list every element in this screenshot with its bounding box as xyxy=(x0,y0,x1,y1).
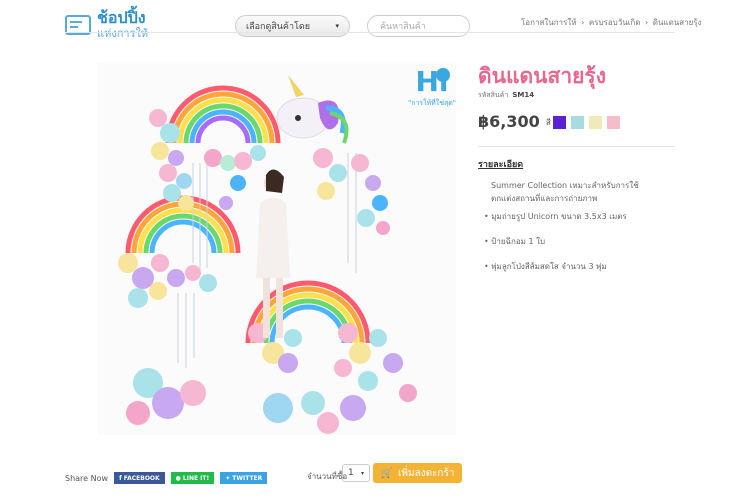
feature-item: • มุมถ่ายรูป Unicorn ขนาด 3.5x3 เมตร xyxy=(484,212,627,221)
breadcrumb-item[interactable]: ครบรอบวันเกิด xyxy=(589,18,641,27)
product-image[interactable]: Hi "การให้ที่ใช่สุด" xyxy=(98,63,456,435)
quantity-select[interactable]: 1 ▾ xyxy=(342,464,370,482)
color-swatches xyxy=(553,116,620,129)
add-to-cart-label: เพิ่มลงตะกร้า xyxy=(397,467,455,479)
chevron-down-icon: ▾ xyxy=(360,469,364,477)
category-select-value: เลือกดูสินค้าโดย xyxy=(246,22,310,32)
product-sku: รหัสสินค้า SM14 xyxy=(478,90,534,101)
category-select[interactable]: เลือกดูสินค้าโดย ▾ xyxy=(235,15,350,37)
hi-slogan: "การให้ที่ใช่สุด" xyxy=(408,99,456,107)
site-logo[interactable]: ช้อปปิ้ง แห่งการให้ xyxy=(65,10,148,39)
sku-label: รหัสสินค้า xyxy=(478,91,509,99)
breadcrumb-item: ดินแดนสายรุ้ง xyxy=(652,18,702,27)
product-description: Summer Collection เหมาะสำหรับการใช้ตกแต่… xyxy=(491,181,639,203)
detail-heading: รายละเอียด xyxy=(478,160,524,170)
color-swatch-blue[interactable] xyxy=(571,116,584,129)
feature-item: • ป้ายฉีกอม 1 ใบ xyxy=(484,237,546,246)
facebook-icon: f xyxy=(119,474,122,482)
logo-subtitle: แห่งการให้ xyxy=(97,27,149,40)
search-input[interactable]: ค้นหาสินค้า xyxy=(367,15,470,37)
balloon-arch-illustration xyxy=(118,75,417,434)
header-divider xyxy=(65,32,675,33)
add-to-cart-button[interactable]: 🛒 เพิ่มลงตะกร้า xyxy=(373,463,462,483)
cart-icon: 🛒 xyxy=(380,467,393,479)
hi-badge: Hi "การให้ที่ใช่สุด" xyxy=(408,68,456,109)
color-label: สี xyxy=(546,118,551,127)
facebook-share-button[interactable]: f FACEBOOK xyxy=(114,472,165,484)
breadcrumb-item[interactable]: โอกาสในการให้ xyxy=(521,18,577,27)
logo-title: ช้อปปิ้ง xyxy=(97,8,146,27)
smile-icon xyxy=(436,68,450,82)
chevron-down-icon: ▾ xyxy=(335,22,339,30)
line-share-button[interactable]: ● LINE IT! xyxy=(170,472,215,484)
feature-item: • พุ่มลูกโป่งสีส้มสดใส จำนวน 3 พุ่ม xyxy=(484,262,607,271)
color-swatch-pink[interactable] xyxy=(607,116,620,129)
product-price: ฿6,300 xyxy=(478,112,540,131)
color-swatch-purple[interactable] xyxy=(553,116,566,129)
line-icon: ● xyxy=(175,474,181,482)
quantity-value: 1 xyxy=(348,468,354,478)
search-placeholder: ค้นหาสินค้า xyxy=(380,22,426,32)
color-swatch-yellow[interactable] xyxy=(589,116,602,129)
share-label: Share Now xyxy=(65,473,109,483)
sku-value: SM14 xyxy=(512,91,535,99)
twitter-share-button[interactable]: ✦ TWITTER xyxy=(220,472,268,484)
share-bar: Share Now f FACEBOOK ● LINE IT! ✦ TWITTE… xyxy=(65,472,268,484)
info-divider xyxy=(478,146,675,147)
product-title: ดินแดนสายรุ้ง xyxy=(478,64,606,88)
product-features: • มุมถ่ายรูป Unicorn ขนาด 3.5x3 เมตร • ป… xyxy=(484,210,627,285)
twitter-icon: ✦ xyxy=(225,474,231,482)
breadcrumb: โอกาสในการให้ › ครบรอบวันเกิด › ดินแดนสา… xyxy=(521,18,702,27)
